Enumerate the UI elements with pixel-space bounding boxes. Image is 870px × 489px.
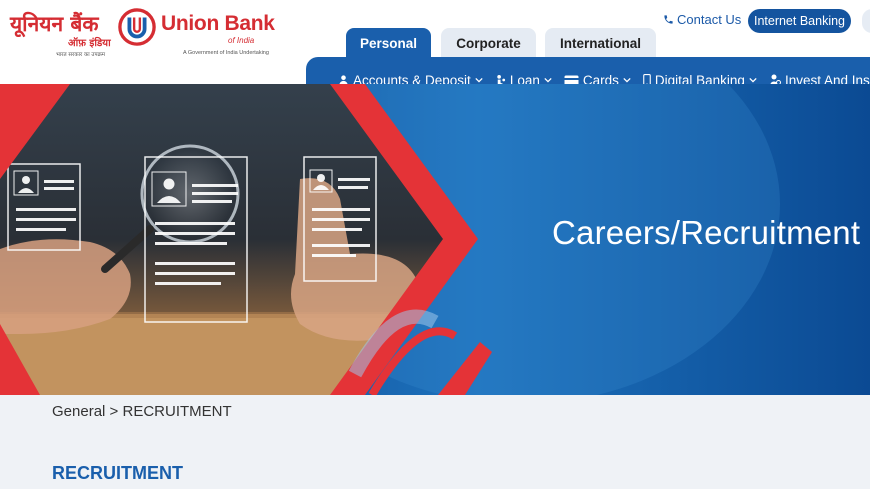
- contact-us-link[interactable]: Contact Us: [663, 12, 741, 27]
- breadcrumb: General > RECRUITMENT: [52, 403, 232, 420]
- breadcrumb-general-link[interactable]: General: [52, 403, 105, 420]
- contact-us-label: Contact Us: [677, 12, 742, 27]
- section-title: RECRUITMENT: [52, 463, 183, 483]
- header-extra-button[interactable]: [862, 9, 870, 33]
- logo-hindi-tagline: भारत सरकार का उपक्रम: [56, 52, 106, 58]
- page-root: यूनियन बैंक ऑफ़ इंडिया भारत सरकार का उपक…: [0, 0, 870, 489]
- tab-corporate[interactable]: Corporate: [441, 28, 536, 58]
- logo-hindi-subname: ऑफ़ इंडिया: [68, 38, 111, 49]
- site-header: यूनियन बैंक ऑफ़ इंडिया भारत सरकार का उपक…: [0, 0, 870, 103]
- hero-banner: Careers/Recruitment: [0, 84, 870, 395]
- tab-international[interactable]: International: [545, 28, 656, 58]
- chevron-down-icon: [544, 77, 552, 83]
- chevron-down-icon: [749, 77, 757, 83]
- chevron-down-icon: [475, 77, 483, 83]
- breadcrumb-separator: >: [109, 403, 123, 420]
- logo-english-tagline: A Government of India Undertaking: [183, 50, 269, 56]
- logo-english-subname: of India: [228, 36, 255, 45]
- logo-english-name: Union Bank: [161, 12, 275, 35]
- main-content: General > RECRUITMENT RECRUITMENT: [0, 395, 870, 489]
- chevron-down-icon: [623, 77, 631, 83]
- tab-personal[interactable]: Personal: [346, 28, 431, 58]
- phone-icon: [664, 15, 673, 24]
- breadcrumb-current: RECRUITMENT: [122, 403, 232, 420]
- union-bank-logo[interactable]: यूनियन बैंक ऑफ़ इंडिया भारत सरकार का उपक…: [8, 6, 275, 62]
- hero-title: Careers/Recruitment: [552, 214, 861, 251]
- union-bank-emblem-icon: [118, 8, 156, 46]
- internet-banking-button[interactable]: Internet Banking: [748, 9, 851, 33]
- logo-hindi-name: यूनियन बैंक: [10, 12, 99, 36]
